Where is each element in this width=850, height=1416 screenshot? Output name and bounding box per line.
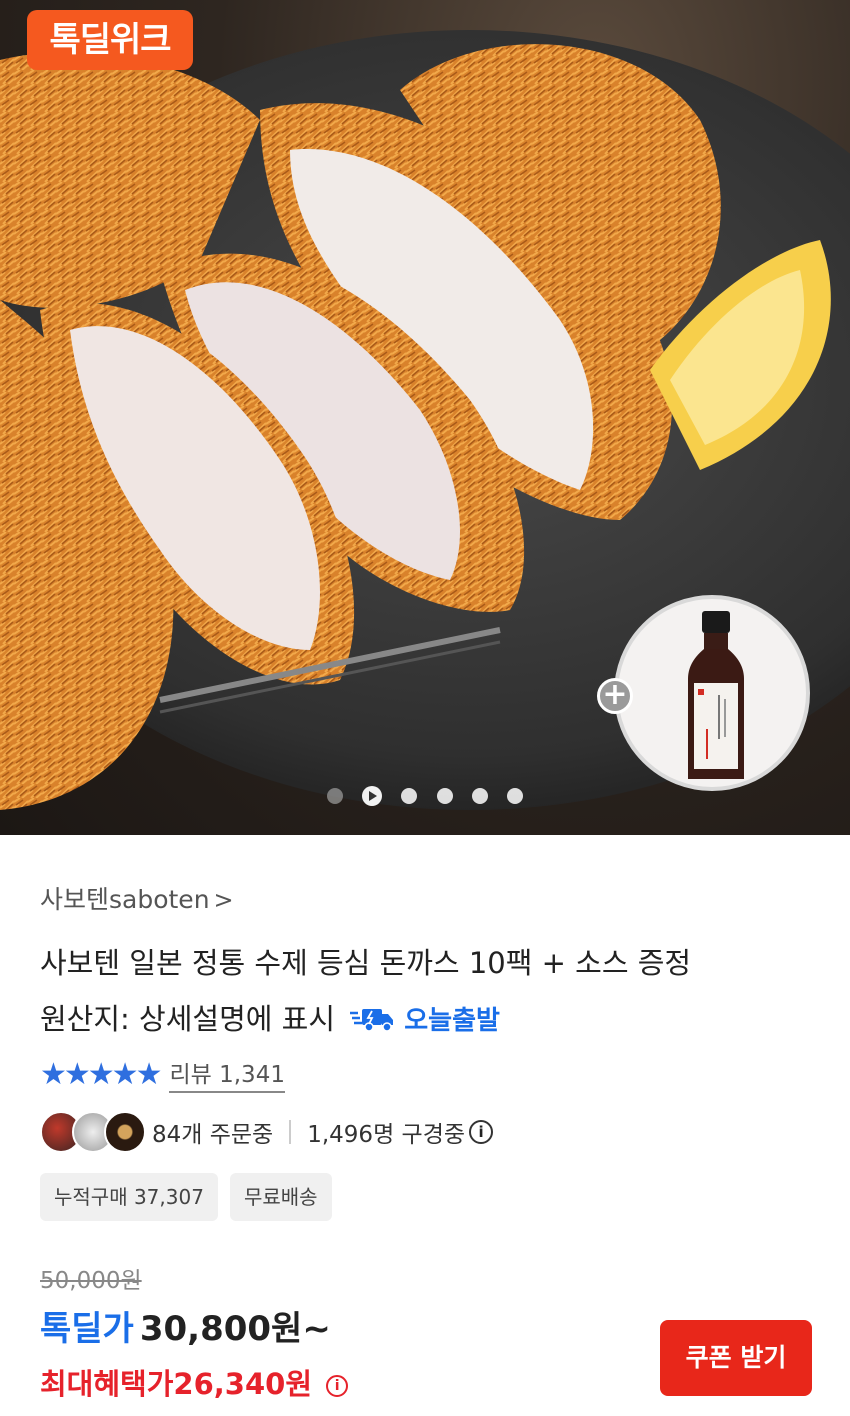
cumulative-purchase-tag: 누적구매 37,307 [40, 1173, 218, 1221]
free-gift-thumbnail[interactable] [614, 595, 810, 791]
deal-price-row: 톡딜가 30,800원~ [40, 1301, 331, 1350]
max-benefit-price-row: 최대혜택가26,340원 i [40, 1361, 349, 1403]
deal-price-label: 톡딜가 [40, 1309, 134, 1349]
product-tags: 누적구매 37,307 무료배송 [40, 1173, 344, 1221]
star-rating-icon: ★★★★★ [40, 1056, 162, 1092]
viewers-count: 1,496명 구경중 [307, 1122, 466, 1148]
gallery-dot[interactable] [401, 787, 418, 804]
product-origin: 원산지: 상세설명에 표시 오늘출발 [40, 991, 500, 1049]
orders-count: 84개 주문중 [152, 1122, 274, 1148]
deal-price: 30,800원~ [139, 1309, 331, 1349]
gallery-video-dot-play-icon[interactable] [362, 785, 383, 806]
buyer-avatars [40, 1111, 146, 1153]
gallery-dot[interactable] [471, 787, 488, 804]
max-benefit-info-icon[interactable]: i [326, 1375, 349, 1397]
max-benefit-label: 최대혜택가 [40, 1367, 174, 1401]
rating-row: ★★★★★ 리뷰 1,341 [40, 1055, 285, 1093]
gallery-dot[interactable] [436, 787, 453, 804]
info-icon[interactable]: i [469, 1120, 494, 1144]
brand-link[interactable]: 사보텐saboten > [40, 880, 234, 916]
add-gift-plus-icon[interactable]: + [597, 678, 633, 714]
brand-name: 사보텐saboten [40, 885, 210, 914]
talkdeal-week-badge: 톡딜위크 [27, 10, 193, 70]
same-day-shipping-badge: 오늘출발 [404, 1006, 500, 1036]
gallery-pagination [0, 785, 850, 806]
max-benefit-price: 26,340원 [173, 1367, 312, 1401]
sauce-bottle-image [688, 611, 744, 779]
product-image-gallery[interactable]: 톡딜위크 + [0, 0, 850, 835]
chevron-right-icon: > [213, 886, 234, 914]
origin-text: 원산지: 상세설명에 표시 [40, 1002, 336, 1036]
fast-delivery-truck-icon [350, 1009, 394, 1032]
divider [289, 1120, 292, 1144]
product-title: 사보텐 일본 정통 수제 등심 돈까스 10팩 + 소스 증정 [40, 946, 692, 980]
avatar [104, 1111, 146, 1153]
get-coupon-button[interactable]: 쿠폰 받기 [660, 1320, 812, 1396]
gallery-dot[interactable] [506, 787, 523, 804]
original-price: 50,000원 [40, 1268, 142, 1294]
gallery-dot[interactable] [327, 787, 344, 804]
review-count-link[interactable]: 리뷰 1,341 [169, 1055, 285, 1093]
order-stats-row: 84개 주문중 1,496명 구경중 i [40, 1110, 494, 1154]
free-shipping-tag: 무료배송 [229, 1173, 332, 1221]
